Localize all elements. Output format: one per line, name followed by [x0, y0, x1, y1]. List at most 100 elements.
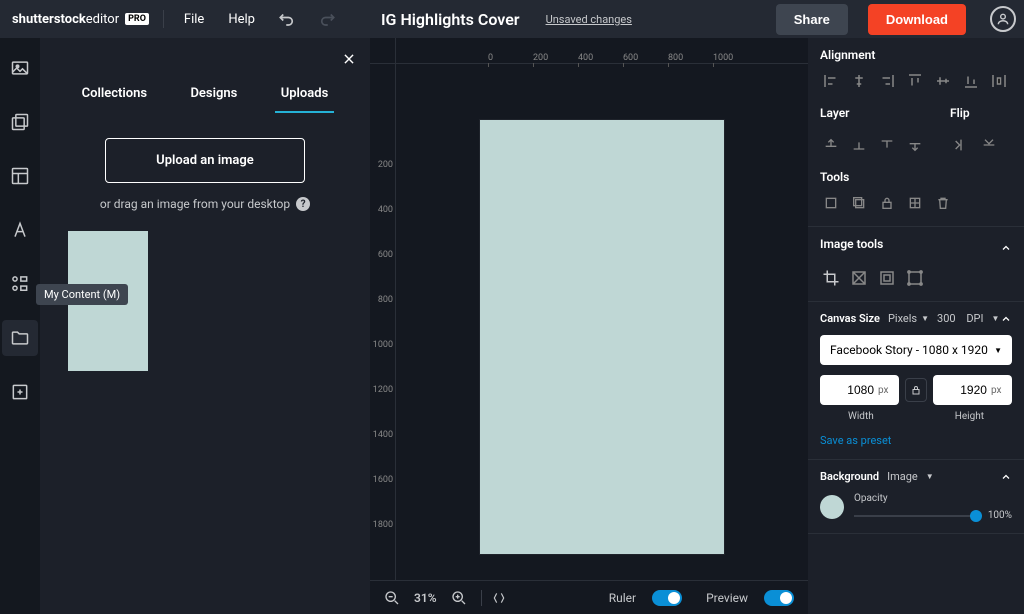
- chevron-down-icon: ▼: [994, 346, 1002, 355]
- upload-image-button[interactable]: Upload an image: [105, 138, 305, 183]
- layer-front-button[interactable]: [820, 134, 842, 156]
- ruler-toggle[interactable]: [652, 590, 682, 606]
- section-canvas-size: Canvas Size Pixels▼ 300 DPI▼ Facebook St…: [808, 302, 1024, 460]
- chevron-up-icon[interactable]: [1000, 471, 1012, 483]
- tool-delete-button[interactable]: [932, 192, 954, 214]
- divider: [163, 10, 164, 28]
- unit-select[interactable]: Pixels▼: [888, 312, 929, 325]
- ruler-tick: 400: [578, 53, 593, 63]
- slider-thumb[interactable]: [970, 510, 982, 522]
- canvas-preset-select[interactable]: Facebook Story - 1080 x 1920 ▼: [820, 335, 1012, 365]
- unit-label: px: [878, 385, 889, 396]
- canvas-area: 0 200 400 600 800 1000 200 400 600 800 1…: [370, 38, 808, 614]
- zoom-value[interactable]: 31%: [414, 591, 437, 605]
- artboard[interactable]: [480, 120, 724, 554]
- ruler-tick: 200: [378, 160, 393, 170]
- account-button[interactable]: [990, 6, 1016, 32]
- background-mode-select[interactable]: Image▼: [887, 470, 934, 483]
- ruler-tick: 1800: [373, 520, 393, 530]
- share-button[interactable]: Share: [776, 4, 848, 35]
- menu-file[interactable]: File: [178, 8, 210, 31]
- bottom-bar: 31% Ruler Preview: [370, 580, 808, 614]
- aspect-lock-button[interactable]: [905, 378, 927, 402]
- top-bar: shutterstockeditor PRO File Help IG High…: [0, 0, 1024, 38]
- align-top-button[interactable]: [904, 70, 926, 92]
- rail-templates[interactable]: [2, 158, 38, 194]
- rail-add-page[interactable]: [2, 374, 38, 410]
- ruler-tick: 1400: [373, 430, 393, 440]
- align-right-button[interactable]: [876, 70, 898, 92]
- brand-pro-badge: PRO: [125, 13, 149, 25]
- opacity-slider[interactable]: [854, 515, 982, 517]
- ruler-tick: 400: [378, 205, 393, 215]
- preview-toggle[interactable]: [764, 590, 794, 606]
- ruler-tick: 1000: [713, 53, 733, 63]
- background-swatch[interactable]: [820, 495, 844, 519]
- layer-backward-button[interactable]: [876, 134, 898, 156]
- frame-tool-button[interactable]: [876, 267, 898, 289]
- tab-designs[interactable]: Designs: [184, 76, 243, 113]
- opacity-value: 100%: [988, 510, 1012, 521]
- redo-button[interactable]: [313, 5, 341, 33]
- brand-sub: editor: [86, 12, 119, 27]
- canvas-stage[interactable]: [396, 64, 808, 580]
- tab-uploads[interactable]: Uploads: [275, 76, 335, 113]
- flip-v-button[interactable]: [978, 134, 1000, 156]
- unsaved-status[interactable]: Unsaved changes: [546, 13, 632, 26]
- layer-back-button[interactable]: [904, 134, 926, 156]
- rail-shapes[interactable]: [2, 104, 38, 140]
- right-panel: Alignment Layer: [808, 38, 1024, 614]
- height-input[interactable]: px: [933, 375, 1012, 405]
- chevron-up-icon[interactable]: [1000, 313, 1012, 325]
- section-background: Background Image▼ Opacity 100%: [808, 460, 1024, 534]
- layer-forward-button[interactable]: [848, 134, 870, 156]
- panel-close-button[interactable]: [342, 52, 356, 66]
- tool-lock-button[interactable]: [876, 192, 898, 214]
- ruler-horizontal[interactable]: 0 200 400 600 800 1000: [396, 38, 808, 64]
- background-title: Background: [820, 470, 879, 483]
- zoom-in-button[interactable]: [451, 590, 467, 606]
- align-bottom-button[interactable]: [960, 70, 982, 92]
- tab-collections[interactable]: Collections: [76, 76, 153, 113]
- filter-tool-button[interactable]: [848, 267, 870, 289]
- resize-tool-button[interactable]: [904, 267, 926, 289]
- rail-elements[interactable]: [2, 266, 38, 302]
- align-center-v-button[interactable]: [932, 70, 954, 92]
- help-icon[interactable]: ?: [296, 197, 310, 211]
- align-center-h-button[interactable]: [848, 70, 870, 92]
- save-preset-link[interactable]: Save as preset: [820, 434, 1012, 447]
- tool-copy-button[interactable]: [848, 192, 870, 214]
- width-field[interactable]: [826, 383, 874, 397]
- crop-tool-button[interactable]: [820, 267, 842, 289]
- document-title[interactable]: IG Highlights Cover: [381, 10, 520, 29]
- download-button[interactable]: Download: [868, 4, 966, 35]
- fit-button[interactable]: [492, 591, 506, 605]
- height-field[interactable]: [939, 383, 987, 397]
- panel-tabs: Collections Designs Uploads: [60, 76, 350, 114]
- align-left-button[interactable]: [820, 70, 842, 92]
- rail-text[interactable]: [2, 212, 38, 248]
- ruler-tick: 1600: [373, 475, 393, 485]
- rail-images[interactable]: [2, 50, 38, 86]
- zoom-out-button[interactable]: [384, 590, 400, 606]
- ruler-tick: 800: [668, 53, 683, 63]
- ruler-tick: 600: [623, 53, 638, 63]
- rail-my-content[interactable]: [2, 320, 38, 356]
- alignment-title: Alignment: [820, 48, 1012, 62]
- width-input[interactable]: px: [820, 375, 899, 405]
- ruler-corner: [370, 38, 396, 64]
- ruler-tick: 800: [378, 295, 393, 305]
- undo-button[interactable]: [273, 5, 301, 33]
- flip-h-button[interactable]: [950, 134, 972, 156]
- menu-help[interactable]: Help: [222, 8, 261, 31]
- ruler-vertical[interactable]: 200 400 600 800 1000 1200 1400 1600 1800: [370, 64, 396, 580]
- tool-crop-button[interactable]: [820, 192, 842, 214]
- chevron-up-icon[interactable]: [1000, 242, 1012, 254]
- brand-main: shutterstock: [12, 12, 86, 27]
- tools-title: Tools: [820, 170, 1012, 184]
- flip-title: Flip: [950, 106, 1000, 120]
- distribute-button[interactable]: [988, 70, 1010, 92]
- image-tools-title: Image tools: [820, 237, 883, 251]
- dpi-select[interactable]: 300 DPI▼: [937, 312, 999, 325]
- tool-duplicate-button[interactable]: [904, 192, 926, 214]
